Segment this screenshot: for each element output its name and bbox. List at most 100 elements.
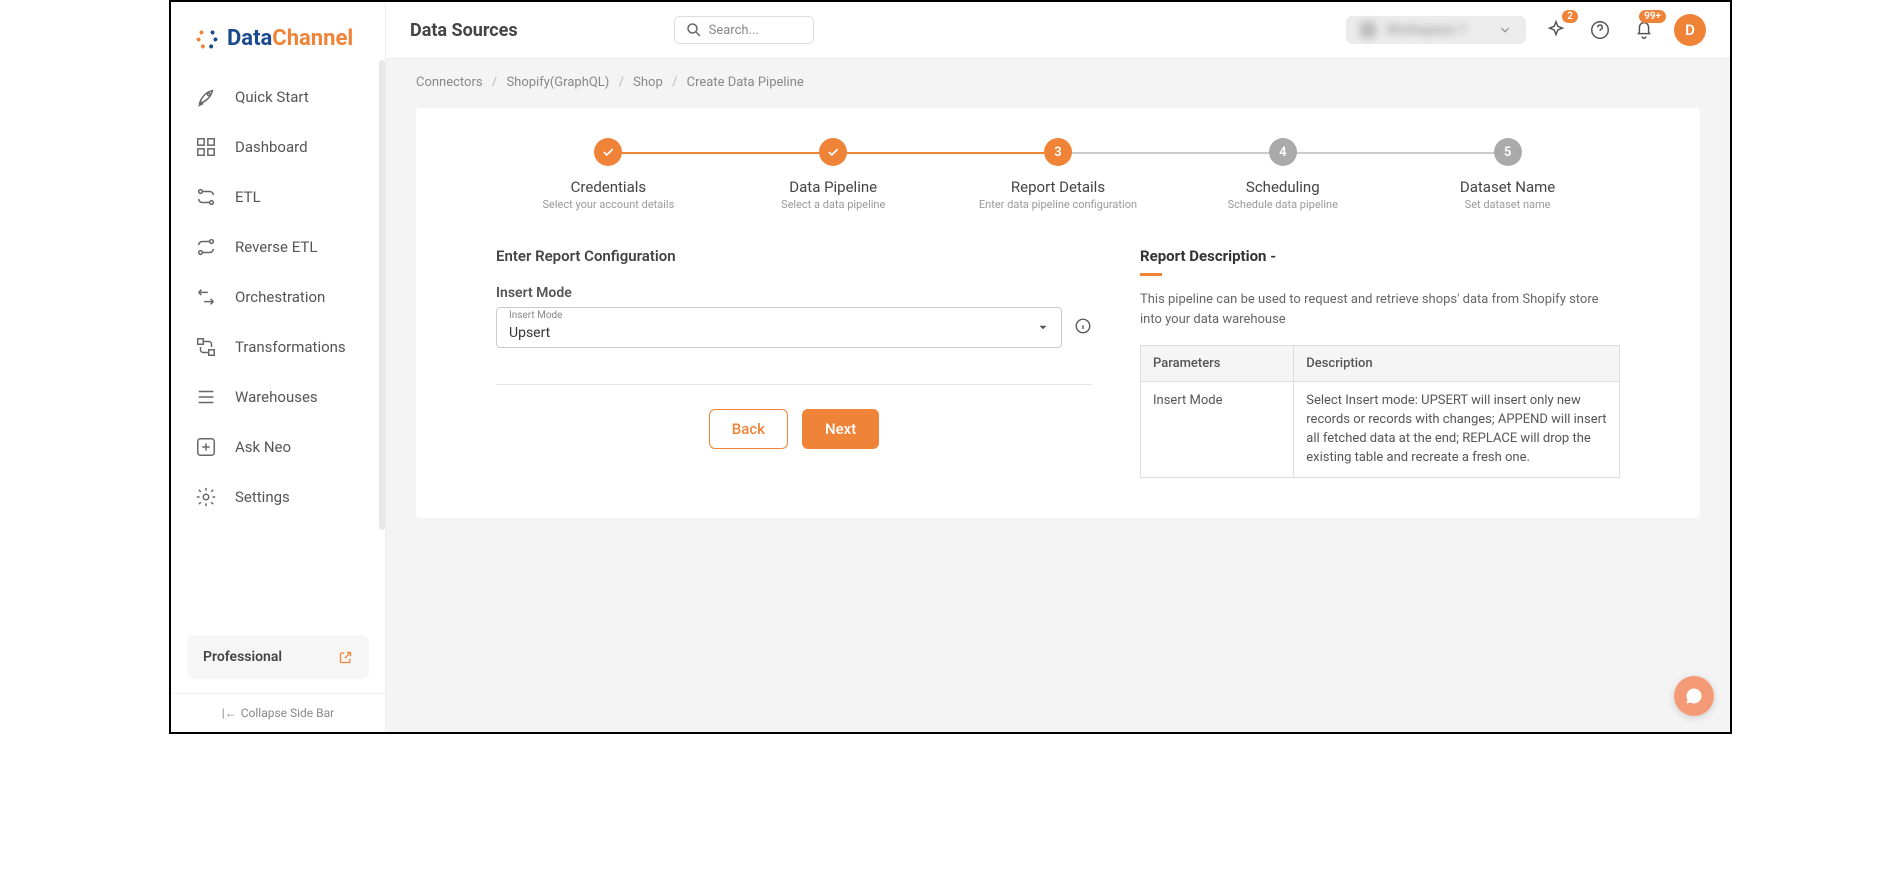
step-title: Dataset Name: [1395, 178, 1620, 196]
breadcrumb-item[interactable]: Shopify(GraphQL): [506, 75, 609, 90]
sidebar-item-etl[interactable]: ETL: [171, 172, 385, 222]
breadcrumb-item[interactable]: Shop: [633, 75, 663, 90]
help-button[interactable]: [1586, 16, 1614, 44]
insert-mode-float-label: Insert Mode: [509, 310, 562, 321]
warehouses-icon: [195, 386, 217, 408]
parameters-table: Parameters Description Insert Mode Selec…: [1140, 345, 1620, 478]
step-circle: 4: [1269, 138, 1297, 166]
step-subtitle: Select your account details: [496, 198, 721, 211]
step-title: Credentials: [496, 178, 721, 196]
step-subtitle: Set dataset name: [1395, 198, 1620, 211]
sidebar-item-warehouses[interactable]: Warehouses: [171, 372, 385, 422]
collapse-label: Collapse Side Bar: [241, 706, 335, 720]
stepper: Credentials Select your account details …: [496, 138, 1620, 211]
main: Data Sources Search... Workspace 1 2 99+: [386, 2, 1730, 732]
orchestration-icon: [195, 286, 217, 308]
insert-mode-value: Upsert: [509, 325, 550, 341]
form-left: Enter Report Configuration Insert Mode I…: [496, 247, 1092, 478]
sidebar: DataChannel Quick Start Dashboard ETL Re…: [171, 2, 386, 732]
avatar-initial: D: [1685, 21, 1695, 39]
check-icon: [601, 145, 615, 159]
step-report-details[interactable]: 3 Report Details Enter data pipeline con…: [946, 138, 1171, 211]
notifications-button[interactable]: 99+: [1630, 16, 1658, 44]
button-row: Back Next: [496, 409, 1092, 449]
check-icon: [826, 145, 840, 159]
param-desc: Select Insert mode: UPSERT will insert o…: [1294, 382, 1620, 478]
insert-mode-label: Insert Mode: [496, 285, 1092, 301]
sparkle-button[interactable]: 2: [1542, 16, 1570, 44]
rocket-icon: [195, 86, 217, 108]
plan-badge[interactable]: Professional: [187, 635, 369, 679]
topbar: Data Sources Search... Workspace 1 2 99+: [386, 2, 1730, 59]
caret-down-icon: [1037, 318, 1049, 337]
sidebar-item-label: Transformations: [235, 338, 346, 356]
info-icon[interactable]: [1074, 317, 1092, 339]
logo-text: DataChannel: [227, 26, 353, 51]
brand-logo[interactable]: DataChannel: [171, 2, 385, 68]
workspace-label: Workspace 1: [1386, 22, 1488, 38]
form-section-heading: Enter Report Configuration: [496, 247, 1092, 265]
sidebar-item-transformations[interactable]: Transformations: [171, 322, 385, 372]
transformations-icon: [195, 336, 217, 358]
sidebar-item-label: Ask Neo: [235, 438, 291, 456]
divider: [496, 384, 1092, 385]
back-button[interactable]: Back: [709, 409, 788, 449]
reverse-etl-icon: [195, 236, 217, 258]
sidebar-scrollbar[interactable]: [379, 60, 385, 530]
sidebar-item-label: Dashboard: [235, 138, 308, 156]
description-text: This pipeline can be used to request and…: [1140, 290, 1620, 329]
description-heading: Report Description -: [1140, 247, 1620, 265]
description-panel: Report Description - This pipeline can b…: [1140, 247, 1620, 478]
step-credentials[interactable]: Credentials Select your account details: [496, 138, 721, 211]
sidebar-item-dashboard[interactable]: Dashboard: [171, 122, 385, 172]
external-link-icon: [338, 650, 353, 665]
sparkle-icon: [1545, 19, 1567, 41]
workspace-icon: [1360, 22, 1376, 38]
step-subtitle: Select a data pipeline: [721, 198, 946, 211]
sidebar-item-settings[interactable]: Settings: [171, 472, 385, 522]
bell-badge: 99+: [1639, 10, 1666, 23]
search-input[interactable]: Search...: [674, 16, 814, 44]
step-subtitle: Schedule data pipeline: [1170, 198, 1395, 211]
sidebar-item-label: Orchestration: [235, 288, 325, 306]
param-name: Insert Mode: [1141, 382, 1294, 478]
step-title: Report Details: [946, 178, 1171, 196]
next-button[interactable]: Next: [802, 409, 879, 449]
breadcrumb-item: Create Data Pipeline: [687, 75, 804, 90]
step-scheduling[interactable]: 4 Scheduling Schedule data pipeline: [1170, 138, 1395, 211]
sidebar-nav: Quick Start Dashboard ETL Reverse ETL Or…: [171, 68, 385, 627]
sidebar-item-label: Quick Start: [235, 88, 309, 106]
step-dataset-name[interactable]: 5 Dataset Name Set dataset name: [1395, 138, 1620, 211]
table-row: Insert Mode Select Insert mode: UPSERT w…: [1141, 382, 1620, 478]
step-title: Data Pipeline: [721, 178, 946, 196]
heading-underline: [1140, 273, 1162, 276]
sidebar-item-quick-start[interactable]: Quick Start: [171, 72, 385, 122]
breadcrumb-item[interactable]: Connectors: [416, 75, 483, 90]
table-header-description: Description: [1294, 346, 1620, 382]
avatar[interactable]: D: [1674, 14, 1706, 46]
chevron-down-icon: [1498, 23, 1512, 37]
sparkle-badge: 2: [1562, 10, 1578, 23]
step-circle: 5: [1494, 138, 1522, 166]
help-icon: [1589, 19, 1611, 41]
step-circle: [594, 138, 622, 166]
plan-label: Professional: [203, 649, 282, 665]
page-title: Data Sources: [410, 20, 518, 41]
chat-button[interactable]: [1674, 676, 1714, 716]
sidebar-item-label: Reverse ETL: [235, 238, 317, 256]
logo-icon: [193, 24, 221, 52]
step-data-pipeline[interactable]: Data Pipeline Select a data pipeline: [721, 138, 946, 211]
dashboard-icon: [195, 136, 217, 158]
sidebar-item-reverse-etl[interactable]: Reverse ETL: [171, 222, 385, 272]
ask-icon: [195, 436, 217, 458]
settings-icon: [195, 486, 217, 508]
sidebar-item-ask-neo[interactable]: Ask Neo: [171, 422, 385, 472]
workspace-picker[interactable]: Workspace 1: [1346, 16, 1526, 44]
search-icon: [685, 21, 703, 39]
sidebar-item-orchestration[interactable]: Orchestration: [171, 272, 385, 322]
collapse-sidebar[interactable]: |←Collapse Side Bar: [171, 693, 385, 732]
table-header-parameters: Parameters: [1141, 346, 1294, 382]
sidebar-item-label: Warehouses: [235, 388, 318, 406]
sidebar-item-label: Settings: [235, 488, 290, 506]
insert-mode-select[interactable]: Insert Mode Upsert: [496, 307, 1062, 348]
